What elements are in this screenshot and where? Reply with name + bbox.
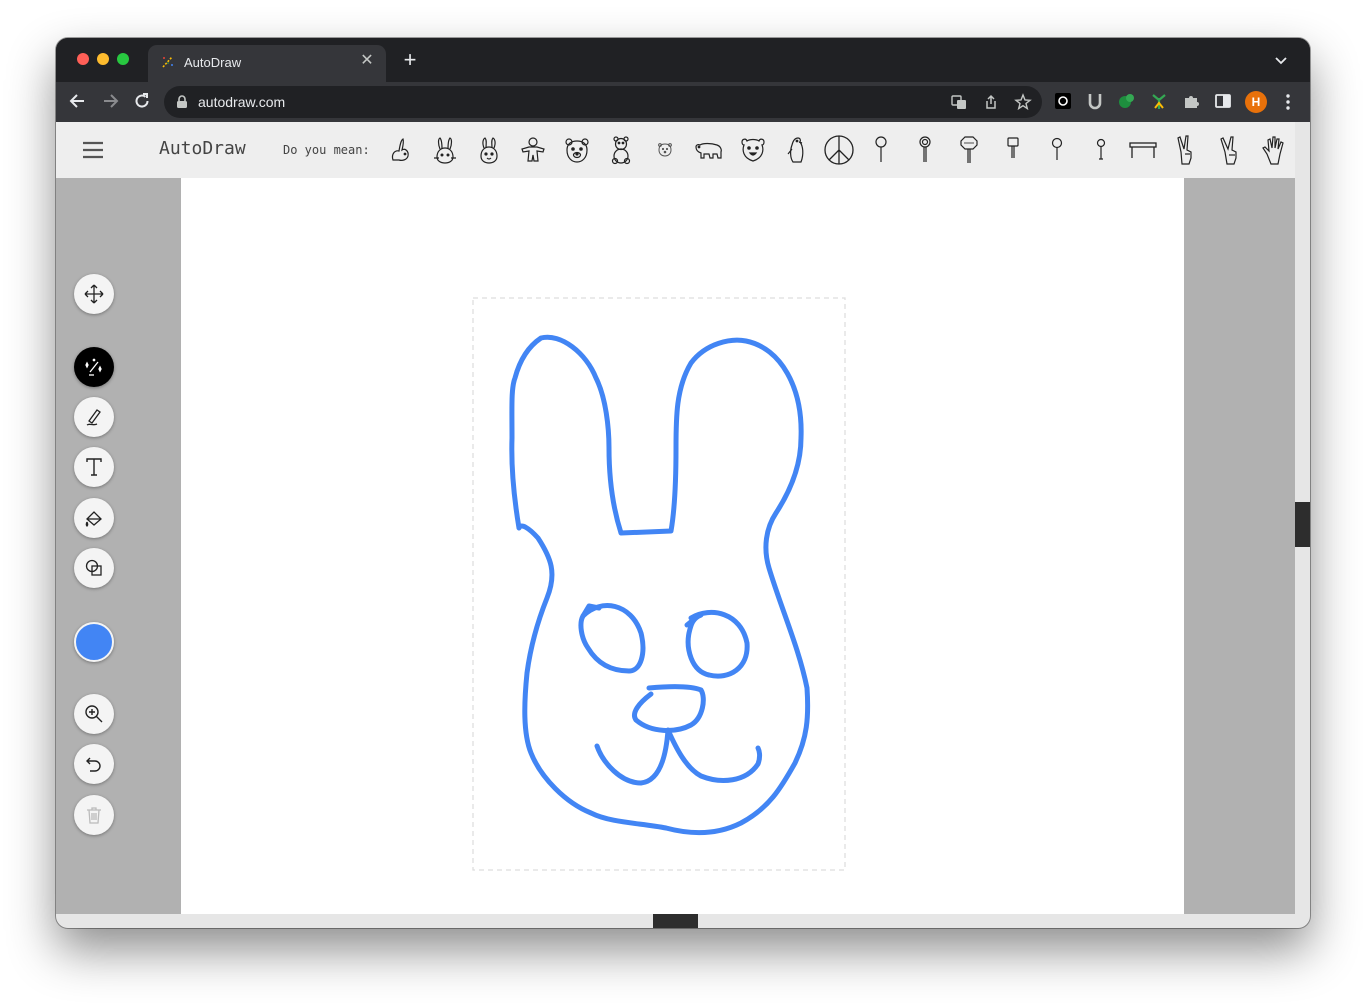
- page-content: AutoDraw Do you mean:: [56, 122, 1310, 928]
- menu-icon[interactable]: [82, 140, 104, 160]
- move-icon: [84, 284, 104, 304]
- tab-autodraw[interactable]: AutoDraw ✕: [148, 45, 386, 82]
- undo-icon: [86, 757, 101, 772]
- autodraw-icon: [85, 358, 102, 376]
- polar-bear-icon[interactable]: [649, 134, 681, 166]
- peace-hand-icon[interactable]: [1215, 134, 1247, 166]
- delete-button[interactable]: [74, 795, 114, 835]
- back-icon[interactable]: [68, 91, 88, 111]
- green-extension-icon[interactable]: [1118, 92, 1136, 110]
- extension-icon[interactable]: [1054, 92, 1072, 110]
- bunny-sketch: [509, 334, 811, 835]
- more-menu-icon[interactable]: [1283, 92, 1293, 112]
- peace-hand-icon[interactable]: [1171, 134, 1203, 166]
- puzzle-icon[interactable]: [1182, 92, 1200, 110]
- suggestion-label: Do you mean:: [283, 143, 370, 157]
- table-icon[interactable]: [1127, 134, 1159, 166]
- chevron-down-icon[interactable]: [1274, 53, 1288, 67]
- url-text: autodraw.com: [198, 94, 286, 110]
- browser-window: AutoDraw ✕ + autodraw.com H AutoDraw Do …: [56, 38, 1310, 928]
- vertical-scrollbar[interactable]: [1295, 122, 1310, 928]
- minimize-window-button[interactable]: [97, 53, 109, 65]
- bear-face-icon[interactable]: [561, 134, 593, 166]
- zoom-tool-button[interactable]: [74, 694, 114, 734]
- rabbit-icon[interactable]: [385, 134, 417, 166]
- browser-toolbar: autodraw.com H: [56, 82, 1310, 122]
- shape-tool-button[interactable]: [74, 548, 114, 588]
- undo-button[interactable]: [74, 744, 114, 784]
- horizontal-scrollbar[interactable]: [56, 914, 1295, 928]
- profile-avatar[interactable]: H: [1245, 91, 1267, 113]
- autodraw-favicon-icon: [162, 56, 173, 68]
- fill-icon: [85, 511, 102, 527]
- peace-sign-icon[interactable]: [823, 134, 855, 166]
- move-tool-button[interactable]: [74, 274, 114, 314]
- autodraw-tool-button[interactable]: [74, 347, 114, 387]
- bunny-face-icon[interactable]: [429, 134, 461, 166]
- vertical-scroll-thumb[interactable]: [1295, 502, 1310, 547]
- lock-icon: [177, 95, 187, 108]
- translate-icon[interactable]: [950, 93, 968, 111]
- drawing-canvas[interactable]: [181, 178, 1184, 914]
- bear-icon[interactable]: [693, 134, 725, 166]
- address-bar[interactable]: autodraw.com: [164, 86, 1042, 118]
- reload-icon[interactable]: [132, 91, 152, 111]
- lollipop-icon[interactable]: [865, 134, 897, 166]
- balloon-icon[interactable]: [1085, 134, 1117, 166]
- balloon-icon[interactable]: [1041, 134, 1073, 166]
- type-tool-button[interactable]: [74, 447, 114, 487]
- app-header: AutoDraw Do you mean:: [56, 122, 1310, 178]
- shape-icon: [85, 559, 102, 576]
- hand-icon[interactable]: [1259, 134, 1291, 166]
- teddy-bear-icon[interactable]: [605, 134, 637, 166]
- maximize-window-button[interactable]: [117, 53, 129, 65]
- stop-sign-icon[interactable]: [953, 134, 985, 166]
- bookmark-star-icon[interactable]: [1014, 93, 1032, 111]
- sign-post-icon[interactable]: [997, 134, 1029, 166]
- color-picker-button[interactable]: [74, 622, 114, 662]
- draw-icon: [86, 409, 101, 426]
- tab-strip: AutoDraw ✕ +: [56, 38, 1310, 82]
- tab-close-icon[interactable]: ✕: [358, 52, 376, 70]
- new-tab-button[interactable]: +: [399, 49, 421, 72]
- bunny-face-icon[interactable]: [473, 134, 505, 166]
- forward-icon[interactable]: [100, 91, 120, 111]
- lollipop-icon[interactable]: [909, 134, 941, 166]
- penguin-icon[interactable]: [781, 134, 813, 166]
- share-icon[interactable]: [982, 93, 1000, 111]
- type-icon: [86, 458, 102, 476]
- gingerbread-icon[interactable]: [517, 134, 549, 166]
- zoom-icon: [85, 705, 103, 723]
- close-window-button[interactable]: [77, 53, 89, 65]
- horizontal-scroll-thumb[interactable]: [653, 914, 698, 928]
- fill-tool-button[interactable]: [74, 498, 114, 538]
- selection-box: [472, 297, 846, 871]
- side-panel-icon[interactable]: [1214, 92, 1232, 110]
- draw-tool-button[interactable]: [74, 397, 114, 437]
- leaf-extension-icon[interactable]: [1150, 92, 1168, 110]
- trash-icon: [87, 807, 101, 824]
- tab-title: AutoDraw: [184, 55, 242, 70]
- bear-head-icon[interactable]: [737, 134, 769, 166]
- app-title: AutoDraw: [159, 138, 246, 159]
- drawing-layer[interactable]: [181, 178, 1184, 914]
- u-extension-icon[interactable]: [1086, 92, 1104, 110]
